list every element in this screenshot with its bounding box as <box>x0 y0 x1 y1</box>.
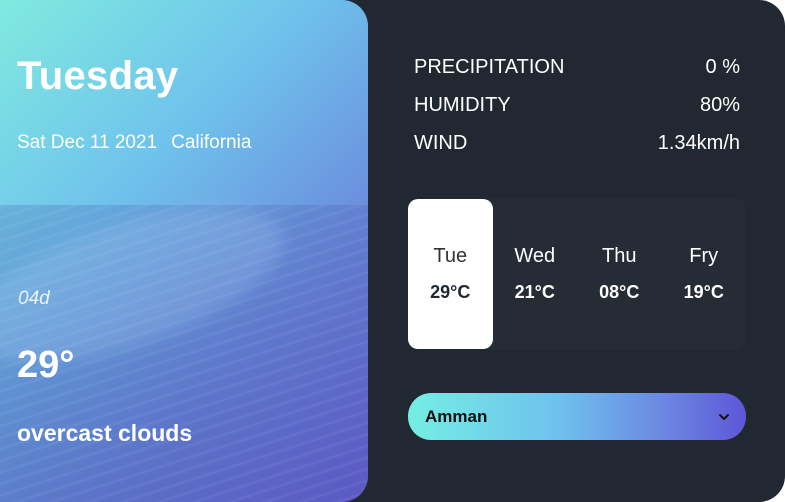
forecast-day-name: Fry <box>689 245 719 267</box>
city-select-value: Amman <box>425 406 488 426</box>
stat-label: HUMIDITY <box>414 93 511 116</box>
forecast-day-temp: 08°C <box>599 282 640 302</box>
city-select[interactable]: Amman <box>408 393 746 440</box>
forecast-strip: Tue 29°C Wed 21°C Thu 08°C Fry 19°C <box>408 199 746 349</box>
forecast-day-temp: 21°C <box>514 282 555 302</box>
forecast-day-wed[interactable]: Wed 21°C <box>493 199 578 349</box>
stat-precipitation: PRECIPITATION 0 % <box>414 48 740 86</box>
forecast-day-tue[interactable]: Tue 29°C <box>408 199 493 349</box>
forecast-day-fri[interactable]: Fry 19°C <box>662 199 747 349</box>
weather-app: Tuesday Sat Dec 11 2021 California 04d 29… <box>0 0 785 502</box>
chevron-down-icon <box>719 413 729 420</box>
stat-label: WIND <box>414 131 468 154</box>
stat-value: 1.34km/h <box>657 131 740 154</box>
stat-wind: WIND 1.34km/h <box>414 124 740 162</box>
stat-humidity: HUMIDITY 80% <box>414 86 740 124</box>
weather-icon-code: 04d <box>18 288 50 309</box>
current-day: Tuesday <box>17 54 179 98</box>
stat-value: 80% <box>699 93 740 116</box>
current-date: Sat Dec 11 2021 <box>17 132 158 153</box>
forecast-day-name: Tue <box>433 245 468 267</box>
stat-label: PRECIPITATION <box>414 55 565 78</box>
forecast-day-thu[interactable]: Thu 08°C <box>577 199 662 349</box>
current-weather-card: Tuesday Sat Dec 11 2021 California 04d 29… <box>0 0 368 502</box>
forecast-day-temp: 19°C <box>683 282 724 302</box>
date-location-line: Sat Dec 11 2021 California <box>17 132 251 154</box>
current-temperature: 29° <box>17 344 75 386</box>
forecast-day-temp: 29°C <box>430 282 471 302</box>
weather-description: overcast clouds <box>17 420 193 446</box>
current-location: California <box>171 132 252 153</box>
forecast-day-name: Thu <box>602 245 637 267</box>
stat-value: 0 % <box>705 55 740 78</box>
weather-stats: PRECIPITATION 0 % HUMIDITY 80% WIND 1.34… <box>414 48 740 162</box>
forecast-day-name: Wed <box>514 245 556 267</box>
